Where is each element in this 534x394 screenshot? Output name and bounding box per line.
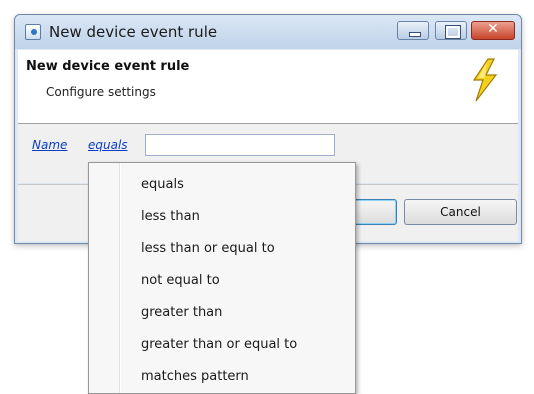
header-title: New device event rule [26,59,190,74]
menu-item-matches-pattern[interactable]: matches pattern [141,366,249,388]
menu-item-equals[interactable]: equals [141,174,184,196]
menu-item-less-than-or-equal[interactable]: less than or equal to [141,238,275,260]
close-button[interactable]: ✕ [471,21,515,40]
operator-link[interactable]: equals [88,138,128,152]
maximize-button[interactable] [435,21,467,40]
cancel-button[interactable]: Cancel [404,199,517,225]
menu-item-not-equal[interactable]: not equal to [141,270,220,292]
close-icon: ✕ [487,21,499,37]
menu-item-less-than[interactable]: less than [141,206,200,228]
header-subtitle: Configure settings [46,85,156,99]
menu-item-greater-than[interactable]: greater than [141,302,222,324]
title-bar[interactable]: New device event rule ✕ [15,15,521,49]
operator-dropdown-menu: equals less than less than or equal to n… [88,162,356,394]
app-icon [25,24,41,40]
header-panel: New device event rule Configure settings [18,50,518,124]
menu-item-greater-than-or-equal[interactable]: greater than or equal to [141,334,297,356]
field-link[interactable]: Name [32,138,67,152]
minimize-button[interactable] [397,21,429,40]
window-title: New device event rule [49,23,218,41]
lightning-bolt-icon [472,58,498,102]
value-input[interactable] [145,134,335,156]
